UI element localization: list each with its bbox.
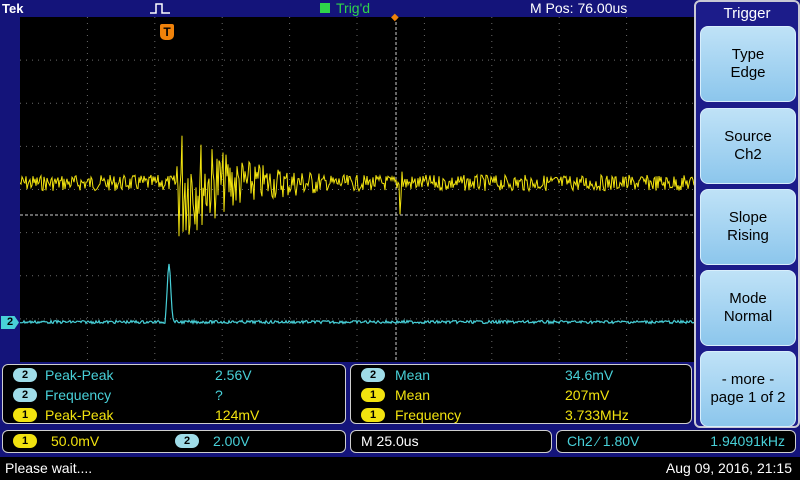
channel-badge: 2: [13, 388, 37, 402]
measurement-panel-left[interactable]: 2 Peak-Peak 2.56V 2 Frequency ? 1 Peak-P…: [2, 364, 346, 424]
channel-badge: 2: [13, 368, 37, 382]
measurement-row: 2 Frequency ?: [3, 385, 345, 405]
button-label: Source: [724, 128, 772, 145]
measurement-name: Mean: [395, 367, 431, 383]
trigger-point-icon: ◆: [391, 12, 399, 23]
button-label: Type: [731, 46, 765, 63]
measurement-value: 2.56V: [215, 367, 252, 383]
button-value: Ch2: [734, 146, 762, 163]
more-button[interactable]: - more - page 1 of 2: [700, 351, 796, 427]
channel-badge: 1: [361, 408, 385, 422]
oscilloscope-screen: Tek Trig'd M Pos: 76.00us T ◆ 2 2 Peak-P…: [0, 0, 800, 480]
measurement-value: ?: [215, 387, 223, 403]
button-value: page 1 of 2: [710, 389, 786, 406]
source-button[interactable]: Source Ch2: [700, 108, 796, 184]
ch2-scale: 2.00V: [213, 433, 250, 449]
button-label: Mode: [729, 290, 767, 307]
trigger-position-marker[interactable]: T: [160, 24, 174, 40]
button-label: Slope: [728, 209, 768, 226]
ch2-reference-marker[interactable]: 2: [1, 316, 19, 329]
measurement-value: 124mV: [215, 407, 260, 423]
measurement-value: 34.6mV: [565, 367, 614, 383]
mode-button[interactable]: Mode Normal: [700, 270, 796, 346]
trigger-status: Trig'd: [336, 0, 371, 16]
measurement-panel-right[interactable]: 2 Mean 34.6mV 1 Mean 207mV 1 Frequency 3…: [350, 364, 692, 424]
timebase-readout[interactable]: M 25.0us: [350, 430, 552, 453]
trigger-frequency: 1.94091kHz: [710, 433, 785, 449]
date-time: Aug 09, 2016, 21:15: [665, 460, 792, 476]
channel-badge: 1: [361, 388, 385, 402]
graticule-grid: [20, 17, 694, 362]
slope-button[interactable]: Slope Rising: [700, 189, 796, 265]
button-label: - more -: [721, 371, 775, 388]
measurement-row: 1 Mean 207mV: [351, 385, 691, 405]
measurement-name: Frequency: [45, 387, 112, 403]
type-button[interactable]: Type Edge: [700, 26, 796, 102]
horizontal-position: M Pos: 76.00us: [530, 0, 628, 16]
vertical-scale-readout[interactable]: 1 50.0mV 2 2.00V: [2, 430, 346, 453]
button-value: Edge: [730, 64, 766, 81]
button-value: Normal: [723, 308, 773, 325]
trigger-side-menu: Trigger Type Edge Source Ch2 Slope Risin…: [694, 0, 800, 428]
measurement-name: Peak-Peak: [45, 407, 114, 423]
measurement-row: 1 Frequency 3.733MHz: [351, 405, 691, 425]
measurement-name: Peak-Peak: [45, 367, 114, 383]
measurement-name: Mean: [395, 387, 431, 403]
measurement-row: 2 Mean 34.6mV: [351, 365, 691, 385]
status-message: Please wait....: [5, 460, 93, 476]
trigger-source-level: Ch2 ⁄ 1.80V: [567, 433, 640, 449]
measurement-name: Frequency: [395, 407, 462, 423]
acquisition-pulse-icon: [150, 3, 170, 14]
measurement-value: 207mV: [565, 387, 610, 403]
brand-logo: Tek: [2, 1, 24, 16]
status-footer: Please wait.... Aug 09, 2016, 21:15: [0, 457, 800, 480]
channel-badge: 1: [13, 408, 37, 422]
measurement-row: 1 Peak-Peak 124mV: [3, 405, 345, 425]
trigger-readout[interactable]: Ch2 ⁄ 1.80V 1.94091kHz: [556, 430, 796, 453]
menu-title: Trigger: [723, 5, 771, 22]
ch1-badge: 1: [13, 434, 37, 448]
waveform-display[interactable]: [20, 17, 694, 362]
ch1-scale: 50.0mV: [51, 433, 100, 449]
ch2-badge: 2: [175, 434, 199, 448]
measurement-row: 2 Peak-Peak 2.56V: [3, 365, 345, 385]
timebase-value: M 25.0us: [361, 433, 419, 449]
measurement-value: 3.733MHz: [565, 407, 629, 423]
channel-badge: 2: [361, 368, 385, 382]
button-value: Rising: [727, 227, 769, 244]
trigger-status-indicator: [320, 3, 330, 13]
